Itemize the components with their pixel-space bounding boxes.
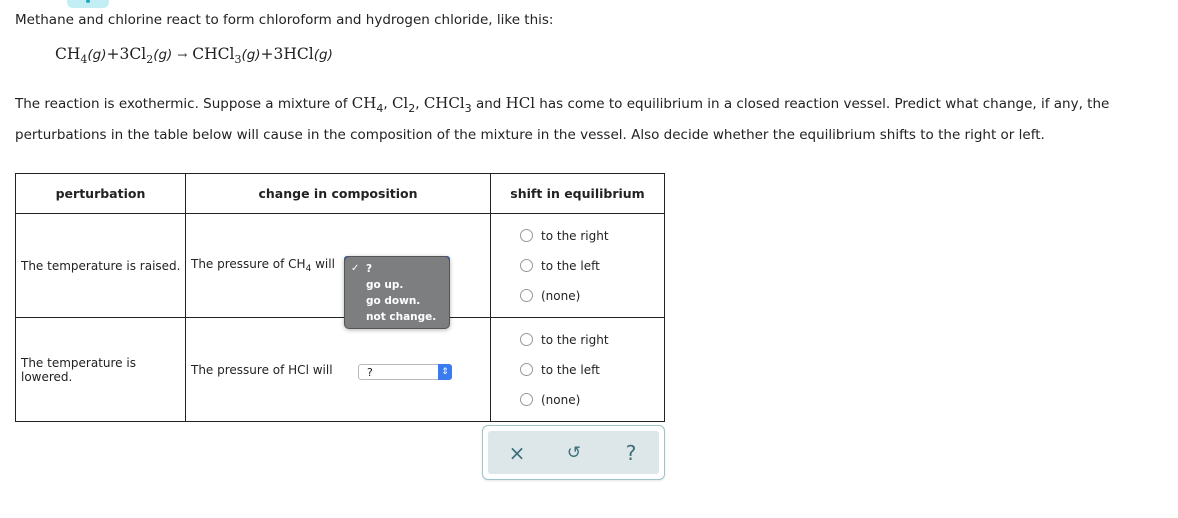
sep: ,	[383, 96, 392, 112]
perturbation-cell: The temperature is lowered.	[15, 317, 186, 422]
radio-button[interactable]	[520, 259, 533, 272]
composition-select[interactable]: ? ⇕	[358, 364, 452, 380]
species: HCl	[505, 94, 535, 112]
composition-text: The pressure of CH	[191, 257, 306, 271]
select-arrows-icon: ⇕	[438, 364, 452, 380]
radio-option-none[interactable]: (none)	[520, 281, 664, 311]
reactant-1: CH	[55, 45, 81, 63]
reactant-2-state: (g)	[153, 47, 173, 63]
table-row: The temperature is raised. The pressure …	[15, 213, 665, 318]
shift-cell: to the right to the left (none)	[490, 213, 665, 318]
table-row: The temperature is lowered. The pressure…	[15, 317, 665, 422]
arrow-icon: →	[177, 48, 188, 62]
species: Cl	[391, 94, 409, 112]
select-value: ?	[367, 366, 373, 379]
intro-text: Methane and chlorine react to form chlor…	[15, 12, 554, 28]
answer-toolbar: × ↺ ?	[482, 425, 665, 480]
radio-option-right[interactable]: to the right	[520, 221, 664, 251]
species: CH	[351, 94, 377, 112]
radio-button[interactable]	[520, 229, 533, 242]
radio-button[interactable]	[520, 363, 533, 376]
header-shift: shift in equilibrium	[490, 173, 665, 214]
radio-option-left[interactable]: to the left	[520, 355, 664, 385]
radio-option-right[interactable]: to the right	[520, 325, 664, 355]
radio-label: to the left	[541, 362, 600, 377]
close-icon[interactable]: ×	[502, 439, 532, 467]
product-2: 3HCl	[273, 45, 314, 63]
toolbar-inner: × ↺ ?	[488, 431, 659, 474]
perturbation-cell: The temperature is raised.	[15, 213, 186, 318]
help-icon[interactable]: ?	[616, 439, 646, 467]
composition-dropdown-menu[interactable]: ✓ ? go up. go down. not change.	[344, 256, 450, 329]
radio-label: (none)	[541, 392, 581, 407]
perturbation-table: perturbation change in composition shift…	[15, 173, 665, 422]
dropdown-option[interactable]: ?	[366, 263, 372, 275]
species: CHCl	[423, 94, 465, 112]
reactant-2: 3Cl	[119, 45, 147, 63]
radio-label: to the right	[541, 228, 609, 243]
reactant-1-state: (g)	[87, 47, 107, 63]
dropdown-option[interactable]: go down.	[366, 295, 420, 307]
checkmark-icon: ✓	[351, 263, 360, 274]
sep: ,	[415, 96, 424, 112]
composition-text: The pressure of HCl will	[191, 362, 333, 377]
plus: +	[106, 45, 120, 63]
radio-label: (none)	[541, 288, 581, 303]
composition-text: will	[311, 257, 335, 271]
radio-button[interactable]	[520, 333, 533, 346]
composition-cell: The pressure of HCl will ? ⇕	[185, 317, 491, 422]
radio-option-left[interactable]: to the left	[520, 251, 664, 281]
tab-dot-icon	[86, 0, 90, 3]
product-2-state: (g)	[313, 47, 333, 63]
header-perturbation: perturbation	[15, 173, 186, 214]
species-sub: 3	[464, 102, 472, 115]
top-tab[interactable]	[67, 0, 109, 8]
radio-option-none[interactable]: (none)	[520, 385, 664, 415]
radio-label: to the left	[541, 258, 600, 273]
chemical-equation: CH4(g)+3Cl2(g) → CHCl3(g)+3HCl(g)	[55, 45, 333, 66]
sep: and	[471, 96, 506, 112]
para-text: The reaction is exothermic. Suppose a mi…	[15, 96, 352, 112]
undo-icon[interactable]: ↺	[559, 439, 589, 467]
header-composition: change in composition	[185, 173, 491, 214]
dropdown-option[interactable]: go up.	[366, 279, 403, 291]
radio-button[interactable]	[520, 289, 533, 302]
radio-button[interactable]	[520, 393, 533, 406]
product-1: CHCl	[192, 45, 235, 63]
product-1-state: (g)	[241, 47, 261, 63]
radio-label: to the right	[541, 332, 609, 347]
shift-cell: to the right to the left (none)	[490, 317, 665, 422]
table-header-row: perturbation change in composition shift…	[15, 173, 665, 214]
dropdown-option[interactable]: not change.	[366, 311, 436, 323]
plus: +	[260, 45, 274, 63]
instructions-paragraph: The reaction is exothermic. Suppose a mi…	[15, 90, 1165, 148]
